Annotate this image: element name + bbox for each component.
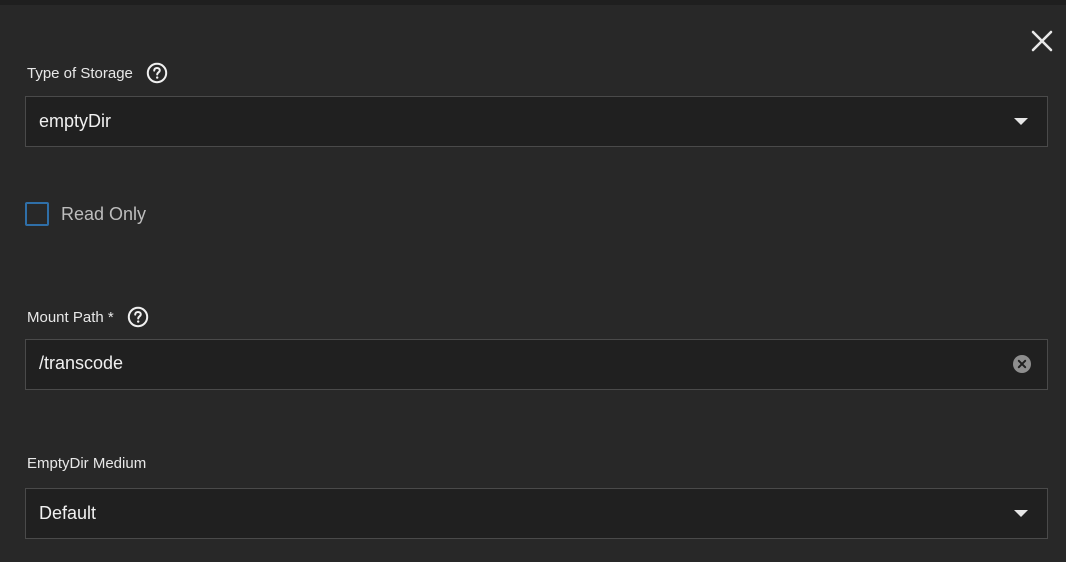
read-only-label: Read Only bbox=[61, 203, 147, 224]
empty-dir-medium-select[interactable]: Default bbox=[25, 488, 1048, 539]
close-icon[interactable] bbox=[1026, 25, 1058, 57]
empty-dir-medium-label-text: EmptyDir Medium bbox=[27, 455, 147, 472]
clear-circle-icon[interactable] bbox=[1013, 355, 1031, 373]
empty-dir-medium-value: Default bbox=[39, 503, 97, 523]
mount-path-value: /transcode bbox=[39, 353, 124, 373]
empty-dir-medium-label: EmptyDir Medium bbox=[27, 455, 146, 472]
mount-path-label: Mount Path * bbox=[27, 306, 149, 328]
help-icon[interactable] bbox=[127, 306, 149, 328]
help-icon[interactable] bbox=[146, 62, 168, 84]
read-only-checkbox[interactable] bbox=[25, 202, 49, 226]
chevron-down-icon bbox=[1014, 510, 1028, 517]
storage-type-label: Type of Storage bbox=[27, 62, 168, 84]
storage-type-label-text: Type of Storage bbox=[27, 64, 133, 82]
chevron-down-icon bbox=[1014, 118, 1028, 125]
mount-path-label-text: Mount Path * bbox=[27, 308, 114, 326]
mount-path-input[interactable]: /transcode bbox=[25, 339, 1048, 390]
storage-type-select[interactable]: emptyDir bbox=[25, 96, 1048, 147]
storage-config-panel: Type of Storage emptyDir Read Only Mount… bbox=[0, 0, 1066, 562]
storage-type-value: emptyDir bbox=[39, 111, 112, 131]
read-only-checkbox-row[interactable]: Read Only bbox=[25, 202, 146, 226]
